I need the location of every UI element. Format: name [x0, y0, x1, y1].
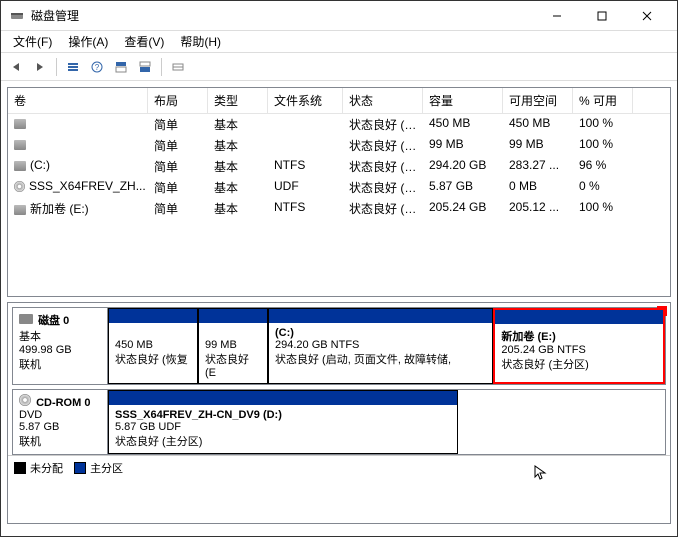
svg-text:?: ?	[95, 63, 100, 72]
partition-title: SSS_X64FREV_ZH-CN_DV9 (D:)	[115, 409, 282, 421]
partition-status: 状态良好 (启动, 页面文件, 故障转储,	[275, 354, 451, 366]
titlebar: 磁盘管理	[1, 1, 677, 31]
disk-size: 499.98 GB	[19, 344, 72, 356]
toolbar-separator	[161, 58, 162, 76]
disk-row-0[interactable]: 磁盘 0 基本 499.98 GB 联机 450 MB 状态良好 (恢复	[12, 307, 666, 385]
content-area: 卷 布局 类型 文件系统 状态 容量 可用空间 % 可用 简单基本状态良好 (……	[1, 81, 677, 530]
column-volume[interactable]: 卷	[8, 88, 148, 113]
partition-status: 状态良好 (恢复	[115, 354, 188, 366]
disk-status: 联机	[19, 359, 41, 371]
partition-title: (C:)	[275, 327, 294, 339]
disk-map-area: 磁盘 0 基本 499.98 GB 联机 450 MB 状态良好 (恢复	[7, 302, 671, 524]
legend-primary-icon	[74, 462, 86, 474]
partition-header	[109, 309, 197, 323]
menubar: 文件(F) 操作(A) 查看(V) 帮助(H)	[1, 31, 677, 53]
disk-title: 磁盘 0	[38, 315, 69, 327]
disk-management-window: 磁盘管理 文件(F) 操作(A) 查看(V) 帮助(H) ? 卷 布局 类型	[0, 0, 678, 537]
disk-partitions: 450 MB 状态良好 (恢复 99 MB 状态良好 (E	[108, 308, 665, 384]
volume-icon	[14, 181, 25, 192]
menu-action[interactable]: 操作(A)	[60, 31, 116, 52]
close-button[interactable]	[624, 2, 669, 30]
view-bottom-button[interactable]	[134, 56, 156, 78]
partition-header	[269, 309, 492, 323]
minimize-button[interactable]	[534, 2, 579, 30]
volume-icon	[14, 161, 26, 171]
volume-row[interactable]: 简单基本状态良好 (…450 MB450 MB100 %	[8, 114, 670, 135]
legend-unallocated-icon	[14, 462, 26, 474]
volume-list-header: 卷 布局 类型 文件系统 状态 容量 可用空间 % 可用	[8, 88, 670, 114]
volume-row[interactable]: 简单基本状态良好 (…99 MB99 MB100 %	[8, 135, 670, 156]
disk-type: DVD	[19, 409, 42, 421]
partition-size: 5.87 GB UDF	[115, 421, 181, 433]
window-controls	[534, 2, 669, 30]
volume-list[interactable]: 卷 布局 类型 文件系统 状态 容量 可用空间 % 可用 简单基本状态良好 (……	[7, 87, 671, 297]
column-layout[interactable]: 布局	[148, 88, 208, 113]
toolbar: ?	[1, 53, 677, 81]
legend-primary-label: 主分区	[90, 460, 123, 476]
highlight-corner-icon	[657, 306, 667, 316]
legend: 未分配 主分区	[8, 455, 670, 480]
partition-c[interactable]: (C:) 294.20 GB NTFS 状态良好 (启动, 页面文件, 故障转储…	[268, 308, 493, 384]
partition-recovery[interactable]: 450 MB 状态良好 (恢复	[108, 308, 198, 384]
volume-row[interactable]: 新加卷 (E:)简单基本NTFS状态良好 (…205.24 GB205.12 .…	[8, 198, 670, 219]
statusbar	[1, 530, 677, 536]
partition-status: 状态良好 (E	[205, 354, 249, 379]
partition-header	[495, 310, 663, 324]
view-list-button[interactable]	[62, 56, 84, 78]
disk-type: 基本	[19, 331, 41, 343]
cdrom-icon	[19, 394, 31, 406]
disk-row-cdrom[interactable]: CD-ROM 0 DVD 5.87 GB 联机 SSS_X64FREV_ZH-C…	[12, 389, 666, 455]
menu-view[interactable]: 查看(V)	[116, 31, 172, 52]
partition-body: SSS_X64FREV_ZH-CN_DV9 (D:) 5.87 GB UDF 状…	[109, 405, 457, 453]
partition-size: 450 MB	[115, 339, 153, 351]
volume-icon	[14, 205, 26, 215]
partition-size: 294.20 GB NTFS	[275, 339, 359, 351]
partition-body: 450 MB 状态良好 (恢复	[109, 323, 197, 383]
forward-button[interactable]	[29, 56, 51, 78]
column-capacity[interactable]: 容量	[423, 88, 503, 113]
partition-header	[199, 309, 267, 323]
partition-e-highlighted[interactable]: 新加卷 (E:) 205.24 GB NTFS 状态良好 (主分区)	[493, 308, 665, 384]
partition-header	[109, 391, 457, 405]
partition-size: 99 MB	[205, 339, 237, 351]
partition-body: (C:) 294.20 GB NTFS 状态良好 (启动, 页面文件, 故障转储…	[269, 323, 492, 383]
disk-partitions: SSS_X64FREV_ZH-CN_DV9 (D:) 5.87 GB UDF 状…	[108, 390, 665, 454]
properties-button[interactable]	[167, 56, 189, 78]
partition-efi[interactable]: 99 MB 状态良好 (E	[198, 308, 268, 384]
volume-rows: 简单基本状态良好 (…450 MB450 MB100 %简单基本状态良好 (…9…	[8, 114, 670, 219]
partition-body: 新加卷 (E:) 205.24 GB NTFS 状态良好 (主分区)	[495, 324, 663, 382]
help-button[interactable]: ?	[86, 56, 108, 78]
view-top-button[interactable]	[110, 56, 132, 78]
disk-status: 联机	[19, 436, 41, 448]
menu-file[interactable]: 文件(F)	[5, 31, 60, 52]
column-free[interactable]: 可用空间	[503, 88, 573, 113]
disk-size: 5.87 GB	[19, 421, 59, 433]
menu-help[interactable]: 帮助(H)	[172, 31, 229, 52]
volume-icon	[14, 140, 26, 150]
disk-label: CD-ROM 0 DVD 5.87 GB 联机	[13, 390, 108, 454]
back-button[interactable]	[5, 56, 27, 78]
partition-title: 新加卷 (E:)	[501, 331, 555, 343]
partition-status: 状态良好 (主分区)	[115, 436, 202, 448]
maximize-button[interactable]	[579, 2, 624, 30]
window-title: 磁盘管理	[31, 7, 534, 24]
toolbar-separator	[56, 58, 57, 76]
volume-row[interactable]: (C:)简单基本NTFS状态良好 (…294.20 GB283.27 ...96…	[8, 156, 670, 177]
disk-icon	[19, 314, 33, 324]
column-type[interactable]: 类型	[208, 88, 268, 113]
volume-icon	[14, 119, 26, 129]
volume-row[interactable]: SSS_X64FREV_ZH...简单基本UDF状态良好 (…5.87 GB0 …	[8, 177, 670, 198]
legend-unallocated-label: 未分配	[30, 460, 63, 476]
partition-body: 99 MB 状态良好 (E	[199, 323, 267, 383]
disk-title: CD-ROM 0	[36, 397, 90, 409]
app-icon	[9, 8, 25, 24]
disk-label: 磁盘 0 基本 499.98 GB 联机	[13, 308, 108, 384]
partition-size: 205.24 GB NTFS	[501, 344, 585, 356]
partition-dvd[interactable]: SSS_X64FREV_ZH-CN_DV9 (D:) 5.87 GB UDF 状…	[108, 390, 458, 454]
partition-status: 状态良好 (主分区)	[501, 359, 588, 371]
column-status[interactable]: 状态	[343, 88, 423, 113]
column-percent[interactable]: % 可用	[573, 88, 633, 113]
column-filesystem[interactable]: 文件系统	[268, 88, 343, 113]
